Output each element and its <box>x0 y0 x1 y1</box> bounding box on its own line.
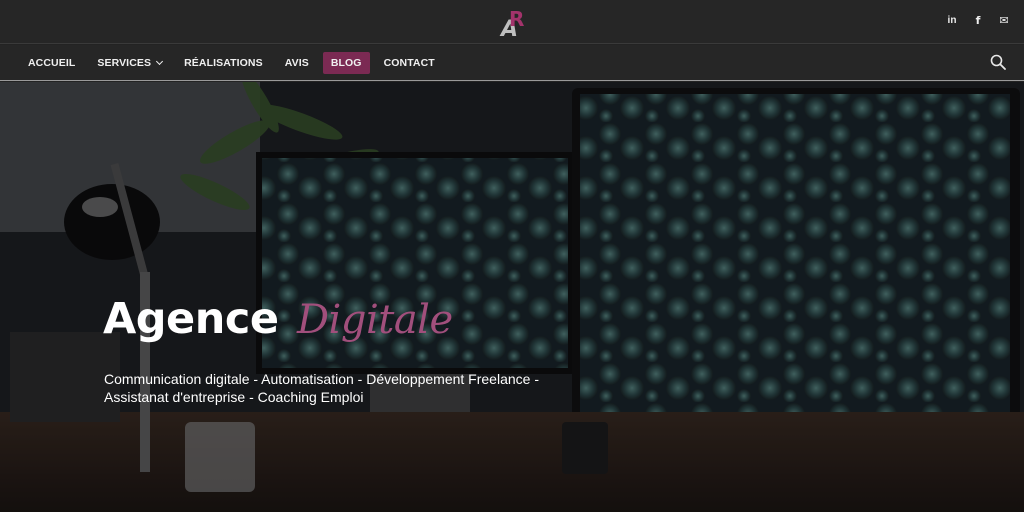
nav-item-realisations[interactable]: RÉALISATIONS <box>176 52 271 74</box>
nav-item-services[interactable]: SERVICES <box>89 52 170 74</box>
nav-item-label: SERVICES <box>97 57 152 69</box>
top-header: A R in f ✉ <box>0 0 1024 44</box>
nav-item-label: CONTACT <box>383 57 435 69</box>
hero-subtitle-line: Communication digitale - Automatisation … <box>104 371 539 387</box>
search-icon[interactable] <box>990 54 1006 70</box>
nav-menu: ACCUEIL SERVICES RÉALISATIONS AVIS BLOG … <box>20 52 449 74</box>
hero-subtitle: Communication digitale - Automatisation … <box>104 370 544 406</box>
nav-item-label: BLOG <box>330 57 362 69</box>
hero-title-main: Agence <box>103 294 279 344</box>
nav-item-contact[interactable]: CONTACT <box>376 52 443 74</box>
email-icon[interactable]: ✉ <box>998 14 1010 28</box>
main-nav: ACCUEIL SERVICES RÉALISATIONS AVIS BLOG … <box>0 45 1024 81</box>
nav-item-blog[interactable]: BLOG <box>322 52 370 74</box>
hero-subtitle-line: Assistanat d'entreprise - Coaching Emplo… <box>104 389 364 405</box>
nav-item-accueil[interactable]: ACCUEIL <box>20 52 83 74</box>
hero-section: Agence Digitale Communication digitale -… <box>0 82 1024 512</box>
facebook-icon[interactable]: f <box>972 14 984 28</box>
nav-item-avis[interactable]: AVIS <box>277 52 317 74</box>
nav-item-label: AVIS <box>284 57 309 69</box>
hero-title-accent: Digitale <box>296 297 453 343</box>
hero-title: Agence Digitale <box>103 294 453 344</box>
social-links: in f ✉ <box>946 14 1010 28</box>
linkedin-icon[interactable]: in <box>946 14 958 28</box>
svg-text:R: R <box>509 7 524 31</box>
nav-item-label: ACCUEIL <box>28 57 76 69</box>
nav-item-label: RÉALISATIONS <box>184 57 263 69</box>
brand-logo[interactable]: A R <box>498 4 528 40</box>
chevron-down-icon <box>156 57 164 66</box>
